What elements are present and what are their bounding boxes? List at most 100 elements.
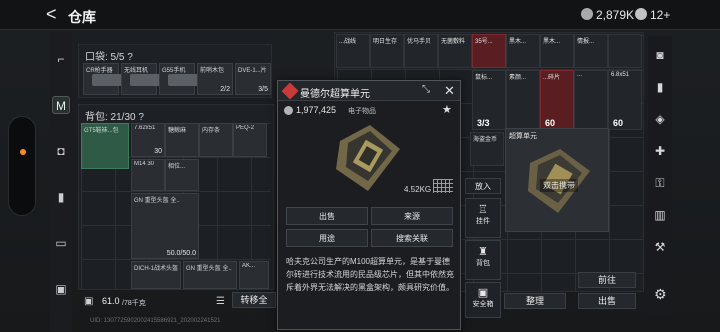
slot-count: 50.0/50.0 bbox=[166, 250, 196, 257]
storage-item[interactable]: 情报... bbox=[574, 34, 608, 68]
gold-icon[interactable]: ◈ bbox=[651, 110, 669, 128]
backpack-label: 背包 bbox=[476, 260, 490, 267]
storage-icon[interactable]: ◙ bbox=[651, 46, 669, 64]
backpack-item[interactable]: PEQ-2 bbox=[233, 123, 267, 157]
backpack-item[interactable]: GN 重型头盔 全... bbox=[183, 261, 237, 289]
storage-item[interactable] bbox=[608, 34, 642, 68]
storage-item[interactable]: ...战线 bbox=[336, 34, 370, 68]
slot-label: 6.8x51 bbox=[611, 72, 630, 78]
helmet-icon[interactable]: ◘ bbox=[52, 142, 70, 160]
case-icon[interactable]: ▣ bbox=[52, 280, 70, 298]
tool-icon[interactable]: ⚒ bbox=[651, 238, 669, 256]
slot-label: ... bbox=[577, 72, 583, 78]
transfer-all-button[interactable]: 转移全 bbox=[232, 292, 276, 308]
settings-gear-icon[interactable]: ⚙ bbox=[654, 286, 667, 303]
storage-item[interactable]: 无菌敷料 bbox=[438, 34, 472, 68]
sell-button[interactable]: 出售 bbox=[578, 293, 636, 309]
preview-label: 超算单元 bbox=[509, 133, 537, 140]
storage-item[interactable]: 海盗金币 bbox=[470, 132, 504, 166]
storage-item[interactable]: 35号... bbox=[472, 34, 506, 68]
top-bar: < 仓库 2,879K 12+ bbox=[0, 0, 720, 30]
slot-label: GT5鞋袜...包 bbox=[84, 128, 119, 134]
list-icon[interactable]: ☰ bbox=[216, 296, 225, 307]
sell-item-button[interactable]: 出售 bbox=[286, 207, 368, 225]
storage-item[interactable]: 优马手贝 bbox=[404, 34, 438, 68]
slot-label: 相位... bbox=[168, 164, 186, 170]
organize-button[interactable]: 整理 bbox=[504, 293, 566, 309]
supercomputer-art bbox=[336, 125, 400, 191]
item-icon bbox=[92, 74, 122, 86]
jar-icon[interactable]: ▭ bbox=[52, 234, 70, 252]
backpack-item[interactable]: GT5鞋袜...包 bbox=[81, 123, 129, 169]
storage-item[interactable]: 素颜... bbox=[506, 70, 540, 130]
sell-label: 出售 bbox=[319, 212, 335, 221]
slot-label: 35号... bbox=[475, 39, 493, 45]
pocket-panel: 口袋: 5/5 ? CR枪手器 无线耳机 G55手机 前哨木包 2/2 DVE-… bbox=[78, 44, 272, 98]
storage-item[interactable]: ...碎片 60 bbox=[540, 70, 574, 130]
backpack-item[interactable]: 内存条 bbox=[199, 123, 233, 157]
slot-label: 明日生存 bbox=[373, 39, 398, 45]
pocket-slot[interactable]: 无线耳机 bbox=[121, 63, 160, 95]
slot-count: 2/2 bbox=[220, 86, 230, 93]
backpack-panel: 背包: 21/30 ? GT5鞋袜...包 7.62x51 30 糖鲸麻 内存条… bbox=[78, 104, 274, 290]
storage-item[interactable]: ... bbox=[574, 70, 608, 130]
hang-button[interactable]: ♖ 挂件 bbox=[465, 198, 501, 238]
bottle-icon[interactable]: ▮ bbox=[52, 188, 70, 206]
slot-label: 黑木... bbox=[543, 39, 561, 45]
close-icon[interactable]: ✕ bbox=[444, 83, 455, 99]
item-description: 哈夫克公司生产的M100超算单元，是基于曼德尔砖进行技术流用的民品级芯片，但其中… bbox=[286, 257, 454, 292]
backpack-item[interactable]: 糖鲸麻 bbox=[165, 123, 199, 157]
key-icon[interactable]: ⚿ bbox=[651, 174, 669, 192]
medkit-icon[interactable]: ✚ bbox=[651, 142, 669, 160]
slot-label: 无菌敷料 bbox=[441, 39, 466, 45]
go-button[interactable]: 前往 bbox=[578, 272, 636, 288]
item-weight: 4.52KG bbox=[404, 185, 432, 194]
slot-label: ...战线 bbox=[339, 39, 357, 45]
ticket-icon[interactable] bbox=[635, 8, 647, 20]
right-dock: ◙ ▮ ◈ ✚ ⚿ ▥ ⚒ bbox=[648, 36, 672, 316]
usage-button[interactable]: 用途 bbox=[286, 229, 368, 247]
page-title: 仓库 bbox=[68, 9, 96, 25]
safe-box-button[interactable]: ▣ 安全箱 bbox=[465, 282, 501, 318]
gun-icon[interactable]: ⌐ bbox=[52, 50, 70, 68]
backpack-button[interactable]: ♜ 背包 bbox=[465, 240, 501, 280]
pocket-slot[interactable]: CR枪手器 bbox=[83, 63, 122, 95]
search-related-button[interactable]: 搜索关联 bbox=[371, 229, 453, 247]
pocket-slot[interactable]: 前哨木包 2/2 bbox=[197, 63, 233, 95]
slot-label: ...碎片 bbox=[543, 75, 561, 81]
pocket-title: 口袋: 5/5 ? bbox=[85, 52, 133, 63]
storage-item[interactable]: 6.8x51 60 bbox=[608, 70, 642, 130]
backpack-icon: ♜ bbox=[478, 246, 488, 258]
place-button[interactable]: 放入 bbox=[465, 178, 501, 194]
gear-category-icon[interactable]: M bbox=[52, 96, 70, 114]
item-preview[interactable]: 超算单元 双击携带 bbox=[505, 128, 609, 232]
backpack-item[interactable]: AK... bbox=[239, 261, 269, 289]
collapse-icon[interactable]: ⤡ bbox=[422, 84, 430, 95]
filter-icon[interactable]: ▮ bbox=[651, 78, 669, 96]
storage-item[interactable]: 黑木... bbox=[506, 34, 540, 68]
slot-label: 优马手贝 bbox=[407, 39, 432, 45]
item-category: 电子物品 bbox=[348, 108, 376, 115]
favorite-star-icon[interactable]: ★ bbox=[442, 103, 452, 116]
backpack-item[interactable]: 7.62x51 30 bbox=[131, 123, 165, 157]
backpack-item[interactable]: GN 重型头盔 全... 50.0/50.0 bbox=[131, 193, 199, 259]
pocket-slot[interactable]: DVE-1...片 3/5 bbox=[235, 63, 271, 95]
back-arrow-icon[interactable]: < bbox=[46, 4, 57, 25]
warehouse-screen: < 仓库 2,879K 12+ ⌐ M ◘ ▮ ▭ ▣ 口袋: 5/5 ? CR… bbox=[0, 0, 720, 332]
pocket-slot[interactable]: G55手机 bbox=[159, 63, 198, 95]
side-pill[interactable] bbox=[8, 116, 36, 216]
slot-label: DICH-1战术头盔 bbox=[134, 266, 179, 272]
backpack-title: 背包: 21/30 ? bbox=[85, 112, 144, 123]
hanger-icon: ♖ bbox=[478, 204, 488, 216]
storage-item[interactable]: 黑木... bbox=[540, 34, 574, 68]
slot-label: GN 重型头盔 全... bbox=[134, 198, 180, 204]
storage-item[interactable]: 明日生存 bbox=[370, 34, 404, 68]
size-grid-icon bbox=[433, 179, 453, 193]
backpack-item[interactable]: DICH-1战术头盔 bbox=[131, 261, 181, 289]
ammo-icon[interactable]: ▥ bbox=[651, 206, 669, 224]
backpack-item[interactable]: M14 30 bbox=[131, 159, 165, 191]
rarity-diamond-icon bbox=[281, 82, 299, 100]
source-button[interactable]: 来源 bbox=[371, 207, 453, 225]
backpack-item[interactable]: 相位... bbox=[165, 159, 199, 191]
storage-item[interactable]: 鼠标... 3/3 bbox=[472, 70, 506, 130]
